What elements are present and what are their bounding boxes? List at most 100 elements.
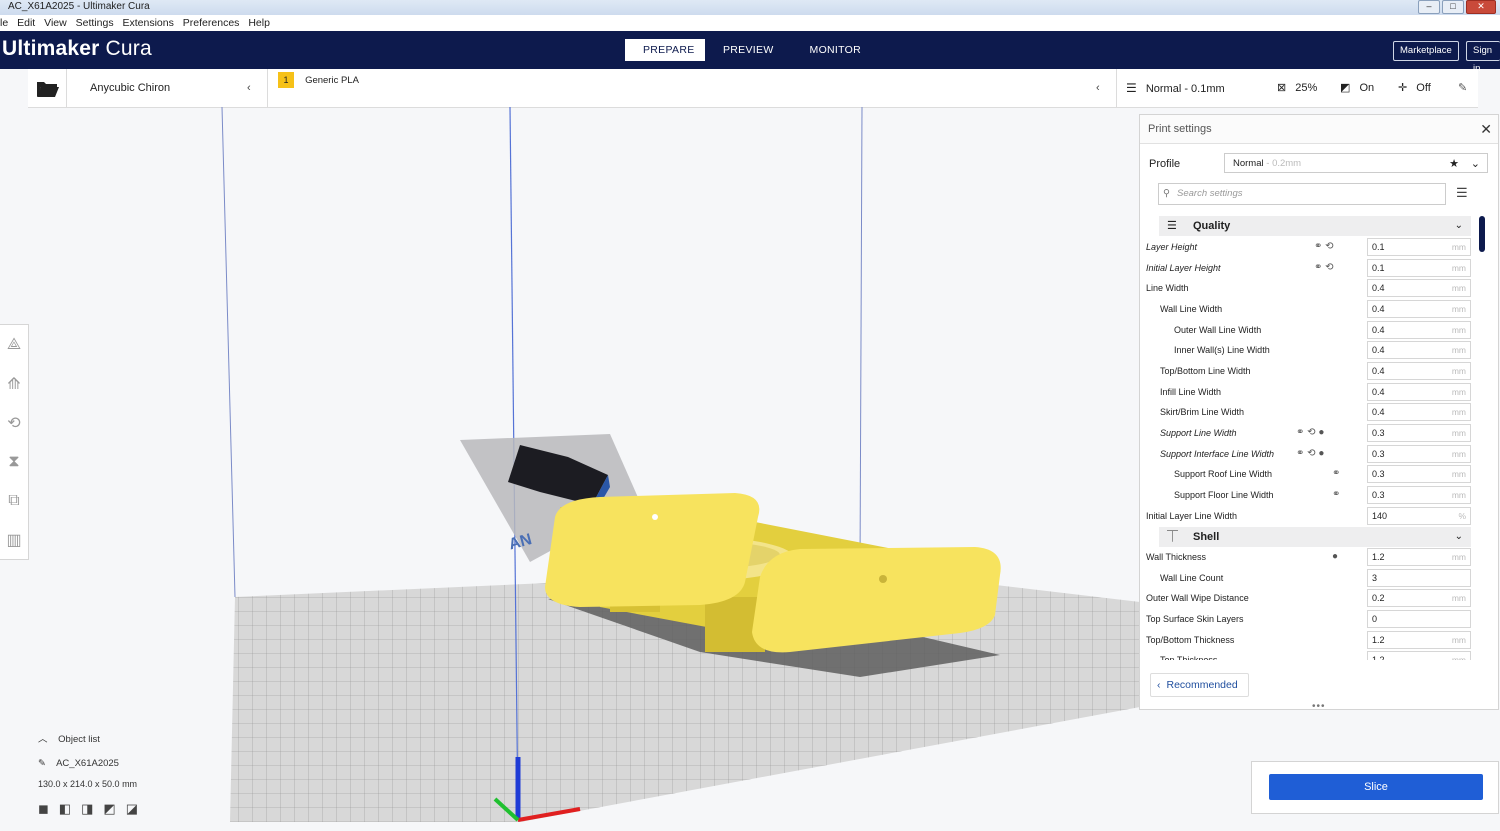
category-shell[interactable]: ⏉ Shell ⌄ bbox=[1159, 527, 1471, 547]
tab-monitor[interactable]: MONITOR bbox=[792, 39, 880, 61]
setting-row: Wall Line Count 3 bbox=[1140, 568, 1478, 588]
settings-list: ☰ Quality ⌄ Layer Height ⚭ ⟲ 0.1 mm Initial … bbox=[1140, 216, 1478, 660]
setting-value-input[interactable]: 0.4 mm bbox=[1367, 403, 1471, 421]
setting-value-input[interactable]: 0.4 mm bbox=[1367, 300, 1471, 318]
menu-file[interactable]: le bbox=[0, 17, 8, 29]
printer-selector[interactable]: Anycubic Chiron bbox=[90, 69, 170, 107]
setting-row: Support Interface Line Width ⚭ ⟲ ● 0.3 mm bbox=[1140, 444, 1478, 464]
setting-value-input[interactable]: 0 bbox=[1367, 610, 1471, 628]
open-file-button[interactable] bbox=[28, 69, 67, 107]
object-list-toggle[interactable]: ︿ Object list bbox=[38, 731, 138, 745]
settings-menu-icon[interactable]: ☰ bbox=[1456, 185, 1468, 201]
pencil-icon[interactable]: ✎ bbox=[1458, 69, 1467, 107]
setting-value: 0 bbox=[1372, 614, 1378, 624]
move-tool-icon[interactable]: ⟁ bbox=[0, 325, 28, 364]
resize-handle[interactable]: ••• bbox=[1312, 701, 1326, 712]
setting-value-input[interactable]: 1.2 mm bbox=[1367, 631, 1471, 649]
stage-tabs: PREPARE PREVIEW MONITOR bbox=[625, 39, 879, 61]
setting-value: 0.4 bbox=[1372, 345, 1385, 355]
chevron-left-icon[interactable]: ‹ bbox=[1096, 69, 1100, 107]
setting-row: Support Line Width ⚭ ⟲ ● 0.3 mm bbox=[1140, 423, 1478, 443]
setting-value-input[interactable]: 0.3 mm bbox=[1367, 445, 1471, 463]
support-blocker-icon[interactable]: ▥ bbox=[0, 520, 28, 559]
menu-edit[interactable]: Edit bbox=[17, 17, 35, 29]
setting-value-input[interactable]: 140% bbox=[1367, 507, 1471, 525]
setting-value-input[interactable]: 0.3 mm bbox=[1367, 424, 1471, 442]
setting-value-input[interactable]: 0.3 mm bbox=[1367, 486, 1471, 504]
setting-row: Initial Layer Line Width 140% bbox=[1140, 506, 1478, 526]
object-info: ︿ Object list ✎ AC_X61A2025 130.0 x 214.… bbox=[38, 731, 138, 817]
sign-in-button[interactable]: Sign in bbox=[1466, 41, 1500, 74]
setting-value-input[interactable]: 0.4 mm bbox=[1367, 383, 1471, 401]
per-model-settings-icon[interactable]: ⧉ bbox=[0, 481, 28, 520]
support-indicator[interactable]: ◩ On bbox=[1340, 69, 1374, 107]
rotate-tool-icon[interactable]: ⟲ bbox=[0, 403, 28, 442]
setting-label: Inner Wall(s) Line Width bbox=[1174, 345, 1270, 355]
setting-link-reset-icon[interactable]: ⚭ ⟲ bbox=[1314, 258, 1334, 278]
adhesion-icon: ✛ bbox=[1398, 82, 1408, 94]
setting-value: 0.3 bbox=[1372, 428, 1385, 438]
menu-extensions[interactable]: Extensions bbox=[123, 17, 174, 29]
marketplace-button[interactable]: Marketplace bbox=[1393, 41, 1459, 61]
menu-settings[interactable]: Settings bbox=[76, 17, 114, 29]
scale-tool-icon[interactable]: ⟰ bbox=[0, 364, 28, 403]
infill-indicator[interactable]: ⊠ 25% bbox=[1277, 69, 1317, 107]
slice-button[interactable]: Slice bbox=[1269, 774, 1483, 800]
setting-value-input[interactable]: 0.4 mm bbox=[1367, 362, 1471, 380]
tab-prepare[interactable]: PREPARE bbox=[625, 39, 705, 61]
setting-link-reset-icon[interactable]: ⚭ bbox=[1332, 485, 1340, 505]
star-icon[interactable]: ★ bbox=[1449, 154, 1459, 174]
setting-value-input[interactable]: 0.4 mm bbox=[1367, 279, 1471, 297]
setting-value-input[interactable]: 1.2 mm bbox=[1367, 651, 1471, 660]
search-input[interactable]: ⚲ Search settings bbox=[1158, 183, 1446, 205]
setting-value-input[interactable]: 0.1 mm bbox=[1367, 238, 1471, 256]
maximize-button[interactable]: □ bbox=[1442, 0, 1464, 14]
view-top-icon[interactable]: ◨ bbox=[81, 801, 93, 817]
view-right-icon[interactable]: ◪ bbox=[126, 801, 138, 817]
profile-dropdown[interactable]: Normal - 0.2mm ★ ⌄ bbox=[1224, 153, 1488, 173]
recommended-button[interactable]: ‹ Recommended bbox=[1150, 673, 1249, 697]
setting-unit: mm bbox=[1451, 469, 1466, 479]
menu-preferences[interactable]: Preferences bbox=[183, 17, 240, 29]
setting-row: Skirt/Brim Line Width 0.4 mm bbox=[1140, 402, 1478, 422]
setting-link-reset-icon[interactable]: ⚭ ⟲ ● bbox=[1296, 423, 1324, 443]
left-toolbar: ⟁ ⟰ ⟲ ⧗ ⧉ ▥ bbox=[0, 324, 29, 560]
extruder-selector[interactable]: 1 Generic PLA bbox=[278, 69, 359, 107]
setting-value-input[interactable]: 0.3 mm bbox=[1367, 465, 1471, 483]
setting-value-input[interactable]: 1.2 mm bbox=[1367, 548, 1471, 566]
setting-row: Top/Bottom Thickness 1.2 mm bbox=[1140, 630, 1478, 650]
setting-value: 3 bbox=[1372, 573, 1378, 583]
pencil-icon[interactable]: ✎ bbox=[38, 758, 46, 769]
view-front-icon[interactable]: ◧ bbox=[59, 801, 71, 817]
setting-value-input[interactable]: 0.4 mm bbox=[1367, 341, 1471, 359]
setting-label: Support Roof Line Width bbox=[1174, 469, 1273, 479]
minimize-button[interactable]: – bbox=[1418, 0, 1440, 14]
category-quality[interactable]: ☰ Quality ⌄ bbox=[1159, 216, 1471, 236]
setting-row: Line Width 0.4 mm bbox=[1140, 278, 1478, 298]
panel-header: Print settings ✕ bbox=[1140, 115, 1498, 144]
setting-value-input[interactable]: 0.2 mm bbox=[1367, 589, 1471, 607]
menu-view[interactable]: View bbox=[44, 17, 67, 29]
setting-link-reset-icon[interactable]: ⚭ bbox=[1332, 464, 1340, 484]
adhesion-indicator[interactable]: ✛ Off bbox=[1398, 69, 1431, 107]
close-window-button[interactable]: ✕ bbox=[1466, 0, 1496, 14]
settings-scrollbar[interactable] bbox=[1479, 216, 1485, 252]
setting-value-input[interactable]: 0.4 mm bbox=[1367, 321, 1471, 339]
chevron-left-icon[interactable]: ‹ bbox=[247, 69, 251, 107]
setting-link-reset-icon[interactable]: ⚭ ⟲ ● bbox=[1296, 444, 1324, 464]
close-icon[interactable]: ✕ bbox=[1480, 115, 1492, 143]
view-3d-icon[interactable]: ◼ bbox=[38, 801, 49, 817]
print-setup-selector[interactable]: ☰ Normal - 0.1mm bbox=[1126, 69, 1225, 107]
setting-value: 0.1 bbox=[1372, 263, 1385, 273]
setting-value-input[interactable]: 0.1 mm bbox=[1367, 259, 1471, 277]
setting-value-input[interactable]: 3 bbox=[1367, 569, 1471, 587]
setting-link-reset-icon[interactable]: ● bbox=[1332, 547, 1338, 567]
tab-preview[interactable]: PREVIEW bbox=[705, 39, 792, 61]
setting-link-reset-icon[interactable]: ⚭ ⟲ bbox=[1314, 237, 1334, 257]
setting-value: 0.2 bbox=[1372, 593, 1385, 603]
setting-label: Support Floor Line Width bbox=[1174, 490, 1274, 500]
menu-help[interactable]: Help bbox=[248, 17, 270, 29]
menu-bar: le Edit View Settings Extensions Prefere… bbox=[0, 15, 1500, 32]
mirror-tool-icon[interactable]: ⧗ bbox=[0, 442, 28, 481]
view-left-icon[interactable]: ◩ bbox=[103, 801, 115, 817]
